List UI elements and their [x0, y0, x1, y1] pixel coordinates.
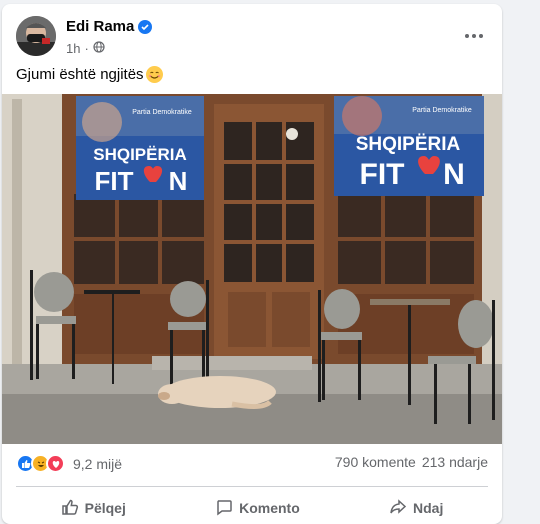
- post-card: Edi Rama 1h · Gjumi është ngjitës Partia…: [2, 4, 502, 524]
- left-banner-line1: SHQIPËRIA: [93, 145, 187, 164]
- left-banner-line2-b: N: [169, 166, 188, 196]
- right-banner-line1: SHQIPËRIA: [356, 134, 461, 155]
- comment-bubble-icon: [215, 498, 233, 519]
- share-button[interactable]: Ndaj: [389, 492, 443, 524]
- right-banner-line2-b: N: [443, 158, 465, 191]
- author-avatar[interactable]: [16, 16, 56, 56]
- post-meta: 1h ·: [66, 41, 105, 56]
- verified-badge-icon: [138, 19, 153, 34]
- comment-button-label: Komento: [239, 500, 300, 516]
- share-count[interactable]: 213 ndarje: [422, 454, 488, 470]
- more-options-icon[interactable]: [460, 22, 488, 50]
- left-banner-line2-a: FIT: [95, 166, 134, 196]
- post-text-content: Gjumi është ngjitës: [16, 66, 144, 83]
- author-name-text[interactable]: Edi Rama: [66, 18, 134, 35]
- share-button-label: Ndaj: [413, 500, 444, 516]
- post-actions: Pëlqej Komento Ndaj: [16, 492, 488, 524]
- reaction-summary[interactable]: 9,2 mijë: [16, 454, 122, 473]
- thumbs-up-icon: [61, 498, 79, 519]
- right-banner-brand: Partia Demokratike: [412, 107, 472, 114]
- post-header: Edi Rama 1h ·: [16, 16, 488, 60]
- like-button-label: Pëlqej: [84, 500, 126, 516]
- share-arrow-icon: [389, 498, 407, 519]
- author-name[interactable]: Edi Rama: [66, 18, 153, 35]
- post-stats: 9,2 mijë 790 komente 213 ndarje: [16, 452, 488, 476]
- post-time[interactable]: 1h: [66, 41, 80, 56]
- left-banner-brand: Partia Demokratike: [132, 109, 192, 116]
- post-photo[interactable]: Partia Demokratike SHQIPËRIA FIT N Parti…: [2, 94, 502, 444]
- comment-count[interactable]: 790 komente: [335, 454, 416, 470]
- post-text: Gjumi është ngjitës: [16, 66, 163, 83]
- love-reaction-icon: [46, 454, 65, 473]
- reaction-count[interactable]: 9,2 mijë: [73, 456, 122, 472]
- globe-icon: [93, 41, 105, 56]
- actions-divider: [16, 486, 488, 487]
- smiling-face-emoji-icon: [145, 66, 163, 83]
- right-banner-line2-a: FIT: [360, 158, 405, 191]
- like-button[interactable]: Pëlqej: [61, 492, 126, 524]
- comment-button[interactable]: Komento: [215, 492, 300, 524]
